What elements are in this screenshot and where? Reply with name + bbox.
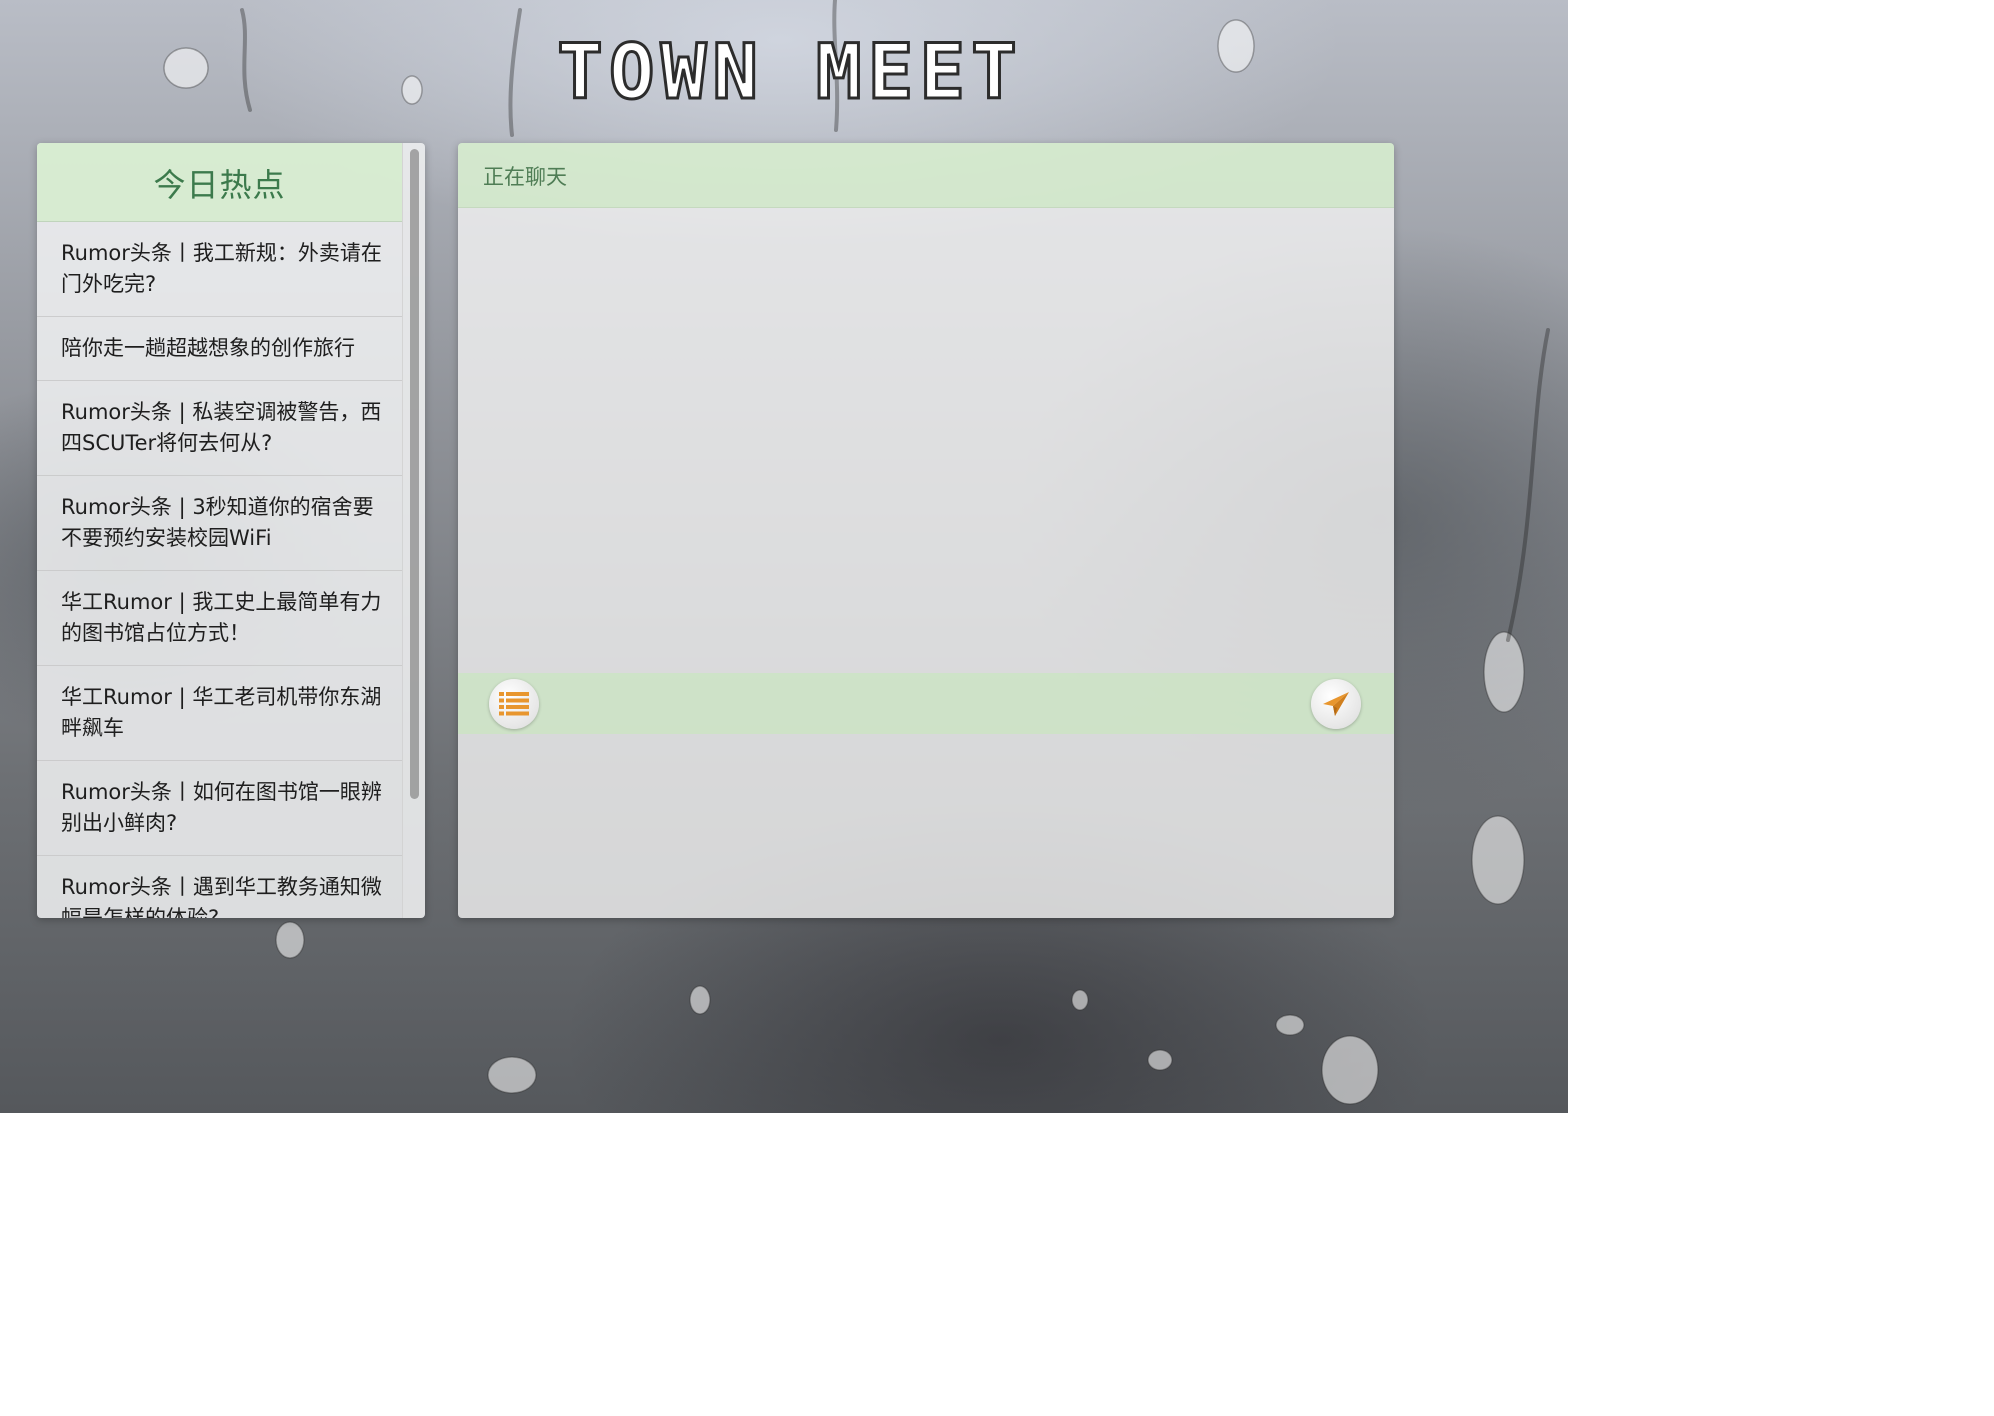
- message-input[interactable]: [458, 734, 1394, 918]
- hot-topic-item[interactable]: Rumor头条丨我工新规：外卖请在门外吃完?: [37, 222, 402, 317]
- hot-topics-title: 今日热点: [153, 166, 286, 204]
- hot-topics-scrollbar[interactable]: [402, 143, 425, 918]
- hot-topics-header: 今日热点: [37, 143, 402, 222]
- hot-topic-item[interactable]: Rumor头条丨如何在图书馆一眼辨别出小鲜肉?: [37, 761, 402, 856]
- hot-topic-item[interactable]: 华工Rumor | 华工老司机带你东湖畔飙车: [37, 666, 402, 761]
- chat-input-area: [458, 734, 1394, 918]
- hot-topics-list-container[interactable]: 今日热点 Rumor头条丨我工新规：外卖请在门外吃完? 陪你走一趟超越想象的创作…: [37, 143, 402, 918]
- app-title-text: TOWN MEET: [557, 27, 1023, 116]
- list-icon: [499, 692, 529, 716]
- paper-plane-icon: [1323, 692, 1349, 716]
- hot-topic-item[interactable]: Rumor头条丨遇到华工教务通知微幅是怎样的体验?: [37, 856, 402, 918]
- hot-topics-panel: 今日热点 Rumor头条丨我工新规：外卖请在门外吃完? 陪你走一趟超越想象的创作…: [37, 143, 425, 918]
- chat-message-area: [458, 208, 1394, 673]
- hot-topic-item[interactable]: 华工Rumor | 我工史上最简单有力的图书馆占位方式！: [37, 571, 402, 666]
- chat-header: 正在聊天: [458, 143, 1394, 208]
- hot-topic-item[interactable]: Rumor头条 | 3秒知道你的宿舍要不要预约安装校园WiFi: [37, 476, 402, 571]
- hot-topics-scrollbar-thumb[interactable]: [410, 149, 419, 799]
- hot-topic-item[interactable]: 陪你走一趟超越想象的创作旅行: [37, 317, 402, 381]
- list-button[interactable]: [489, 679, 539, 729]
- page: TOWN MEET 今日热点 Rumor头条丨我工新规：外卖请在门外吃完? 陪你…: [0, 0, 1568, 1113]
- hot-topics-list: Rumor头条丨我工新规：外卖请在门外吃完? 陪你走一趟超越想象的创作旅行 Ru…: [37, 222, 402, 918]
- hot-topic-item[interactable]: Rumor头条 | 私装空调被警告，西四SCUTer将何去何从?: [37, 381, 402, 476]
- chat-panel: 正在聊天: [458, 143, 1394, 918]
- app-title: TOWN MEET: [550, 26, 1030, 116]
- chat-title: 正在聊天: [483, 165, 567, 189]
- chat-toolbar: [458, 673, 1394, 734]
- send-button[interactable]: [1311, 679, 1361, 729]
